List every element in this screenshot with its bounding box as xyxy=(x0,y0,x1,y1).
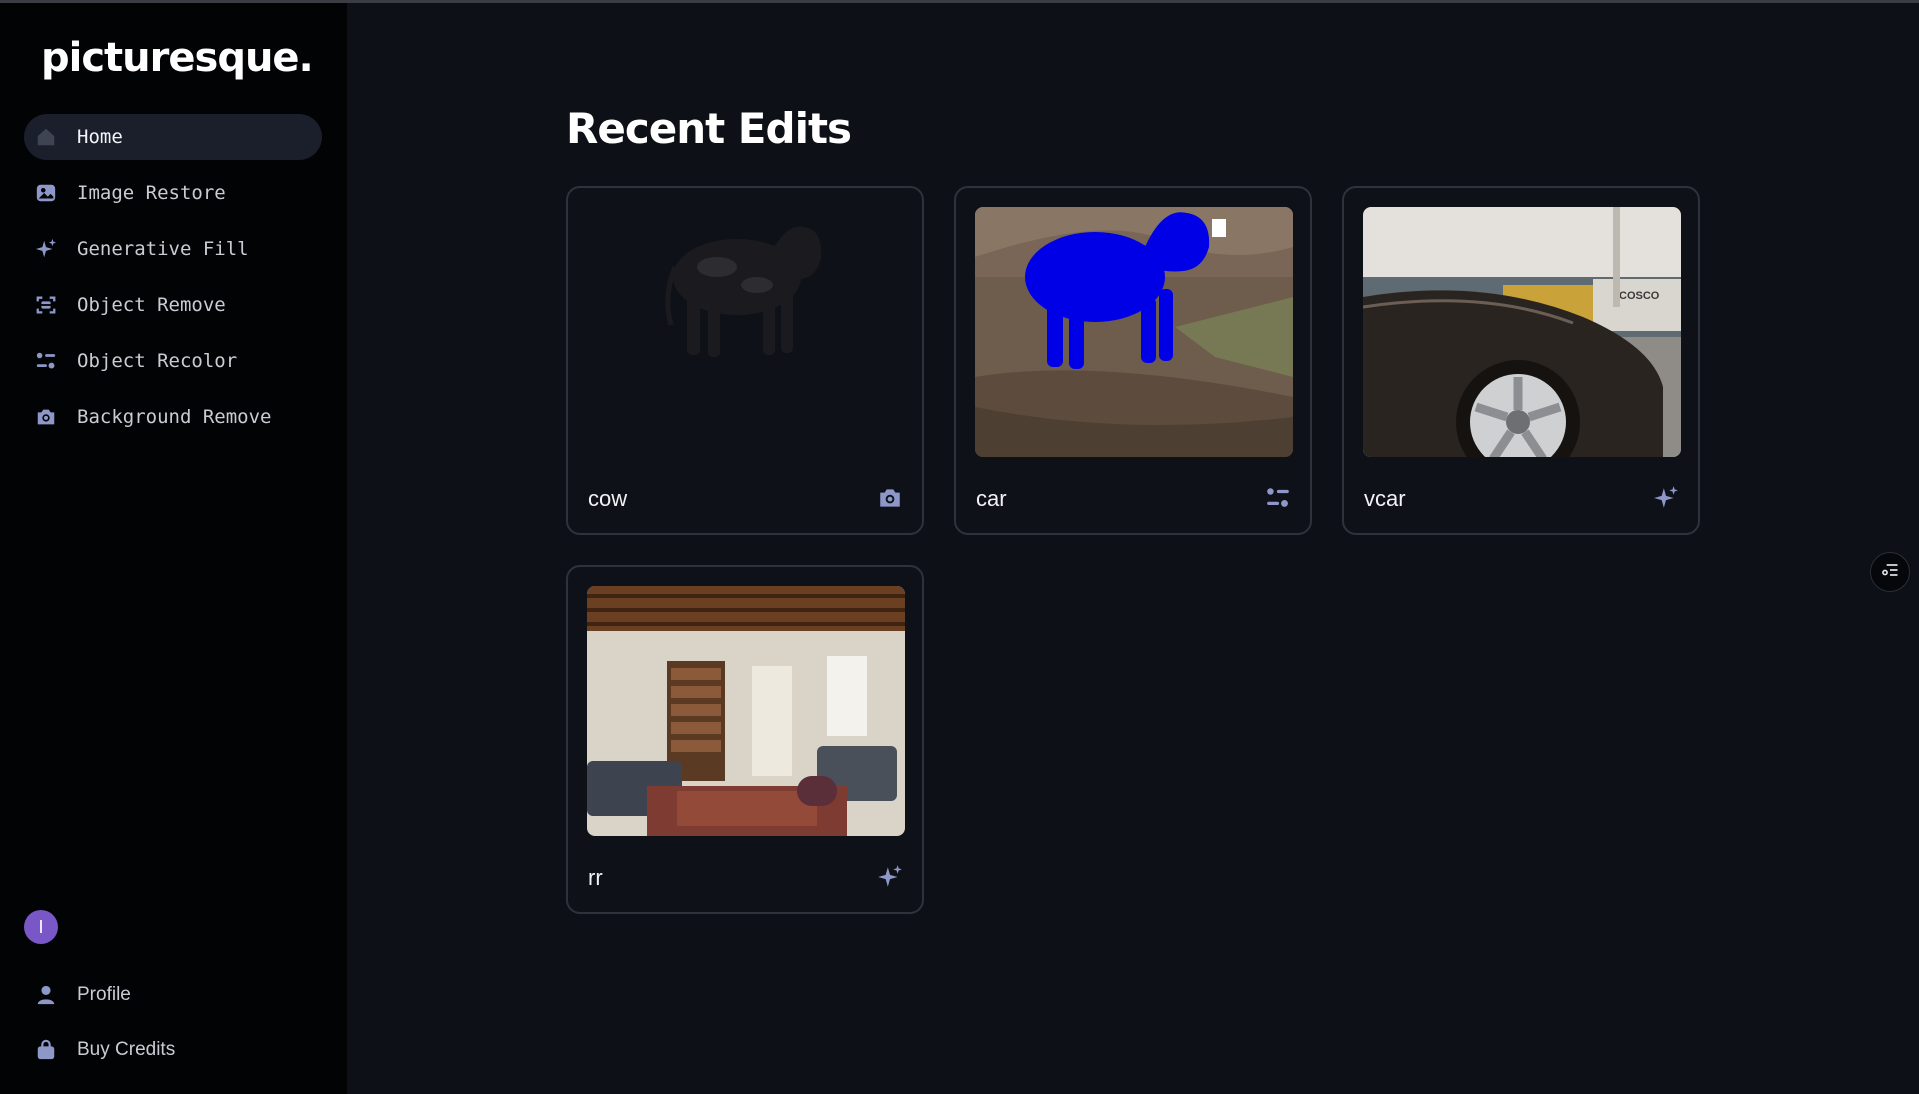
sidebar-item-object-remove[interactable]: Object Remove xyxy=(24,282,322,328)
thumbnail-car-wheel: COSCO xyxy=(1363,207,1681,457)
sparkles-icon xyxy=(34,237,58,261)
sidebar-item-home[interactable]: Home xyxy=(24,114,322,160)
edit-card-vcar[interactable]: COSCO vcar xyxy=(1342,186,1700,535)
sidebar-item-label: Buy Credits xyxy=(77,1039,176,1060)
edit-card-cow[interactable]: cow xyxy=(566,186,924,535)
svg-text:COSCO: COSCO xyxy=(1619,290,1660,302)
card-title: car xyxy=(976,486,1007,511)
sidebar-item-label: Object Recolor xyxy=(77,350,238,372)
sidebar-item-label: Profile xyxy=(77,984,131,1005)
camera-icon xyxy=(34,405,58,429)
avatar[interactable]: I xyxy=(24,910,58,944)
panel-toggle-button[interactable] xyxy=(1870,552,1910,592)
sidebar-item-label: Background Remove xyxy=(77,406,272,428)
card-title: rr xyxy=(588,865,603,890)
card-title: cow xyxy=(588,486,628,511)
sidebar-item-image-restore[interactable]: Image Restore xyxy=(24,170,322,216)
home-icon xyxy=(34,125,58,149)
sparkles-icon xyxy=(876,863,904,891)
sidebar-bottom-nav: Profile Buy Credits xyxy=(24,972,322,1082)
sidebar-item-label: Image Restore xyxy=(77,182,226,204)
thumbnail-cow-blue-mask xyxy=(975,207,1293,457)
card-title: vcar xyxy=(1364,486,1406,511)
sidebar-item-label: Generative Fill xyxy=(77,238,249,260)
thumbnail-cow-cutout xyxy=(587,207,905,457)
thumbnail-living-room xyxy=(587,586,905,836)
sidebar-item-object-recolor[interactable]: Object Recolor xyxy=(24,338,322,384)
sidebar: picturesque. Home Image Restore Generati… xyxy=(0,3,347,1094)
sidebar-item-background-remove[interactable]: Background Remove xyxy=(24,394,322,440)
bag-icon xyxy=(34,1038,58,1062)
edit-card-rr[interactable]: rr xyxy=(566,565,924,914)
sidebar-item-generative-fill[interactable]: Generative Fill xyxy=(24,226,322,272)
user-icon xyxy=(34,983,58,1007)
sidebar-item-label: Home xyxy=(77,126,123,148)
sidebar-item-label: Object Remove xyxy=(77,294,226,316)
adjust-icon xyxy=(1264,484,1292,512)
edit-card-car[interactable]: car xyxy=(954,186,1312,535)
image-icon xyxy=(34,181,58,205)
sidebar-nav: Home Image Restore Generative Fill Objec… xyxy=(24,114,322,450)
sidebar-item-buy-credits[interactable]: Buy Credits xyxy=(24,1027,322,1073)
camera-icon xyxy=(876,484,904,512)
sidebar-item-profile[interactable]: Profile xyxy=(24,972,322,1018)
page-title: Recent Edits xyxy=(566,104,852,153)
app-logo[interactable]: picturesque. xyxy=(41,35,314,81)
list-toggle-icon xyxy=(1880,560,1900,585)
sparkles-icon xyxy=(1652,484,1680,512)
adjust-icon xyxy=(34,349,58,373)
scan-remove-icon xyxy=(34,293,58,317)
